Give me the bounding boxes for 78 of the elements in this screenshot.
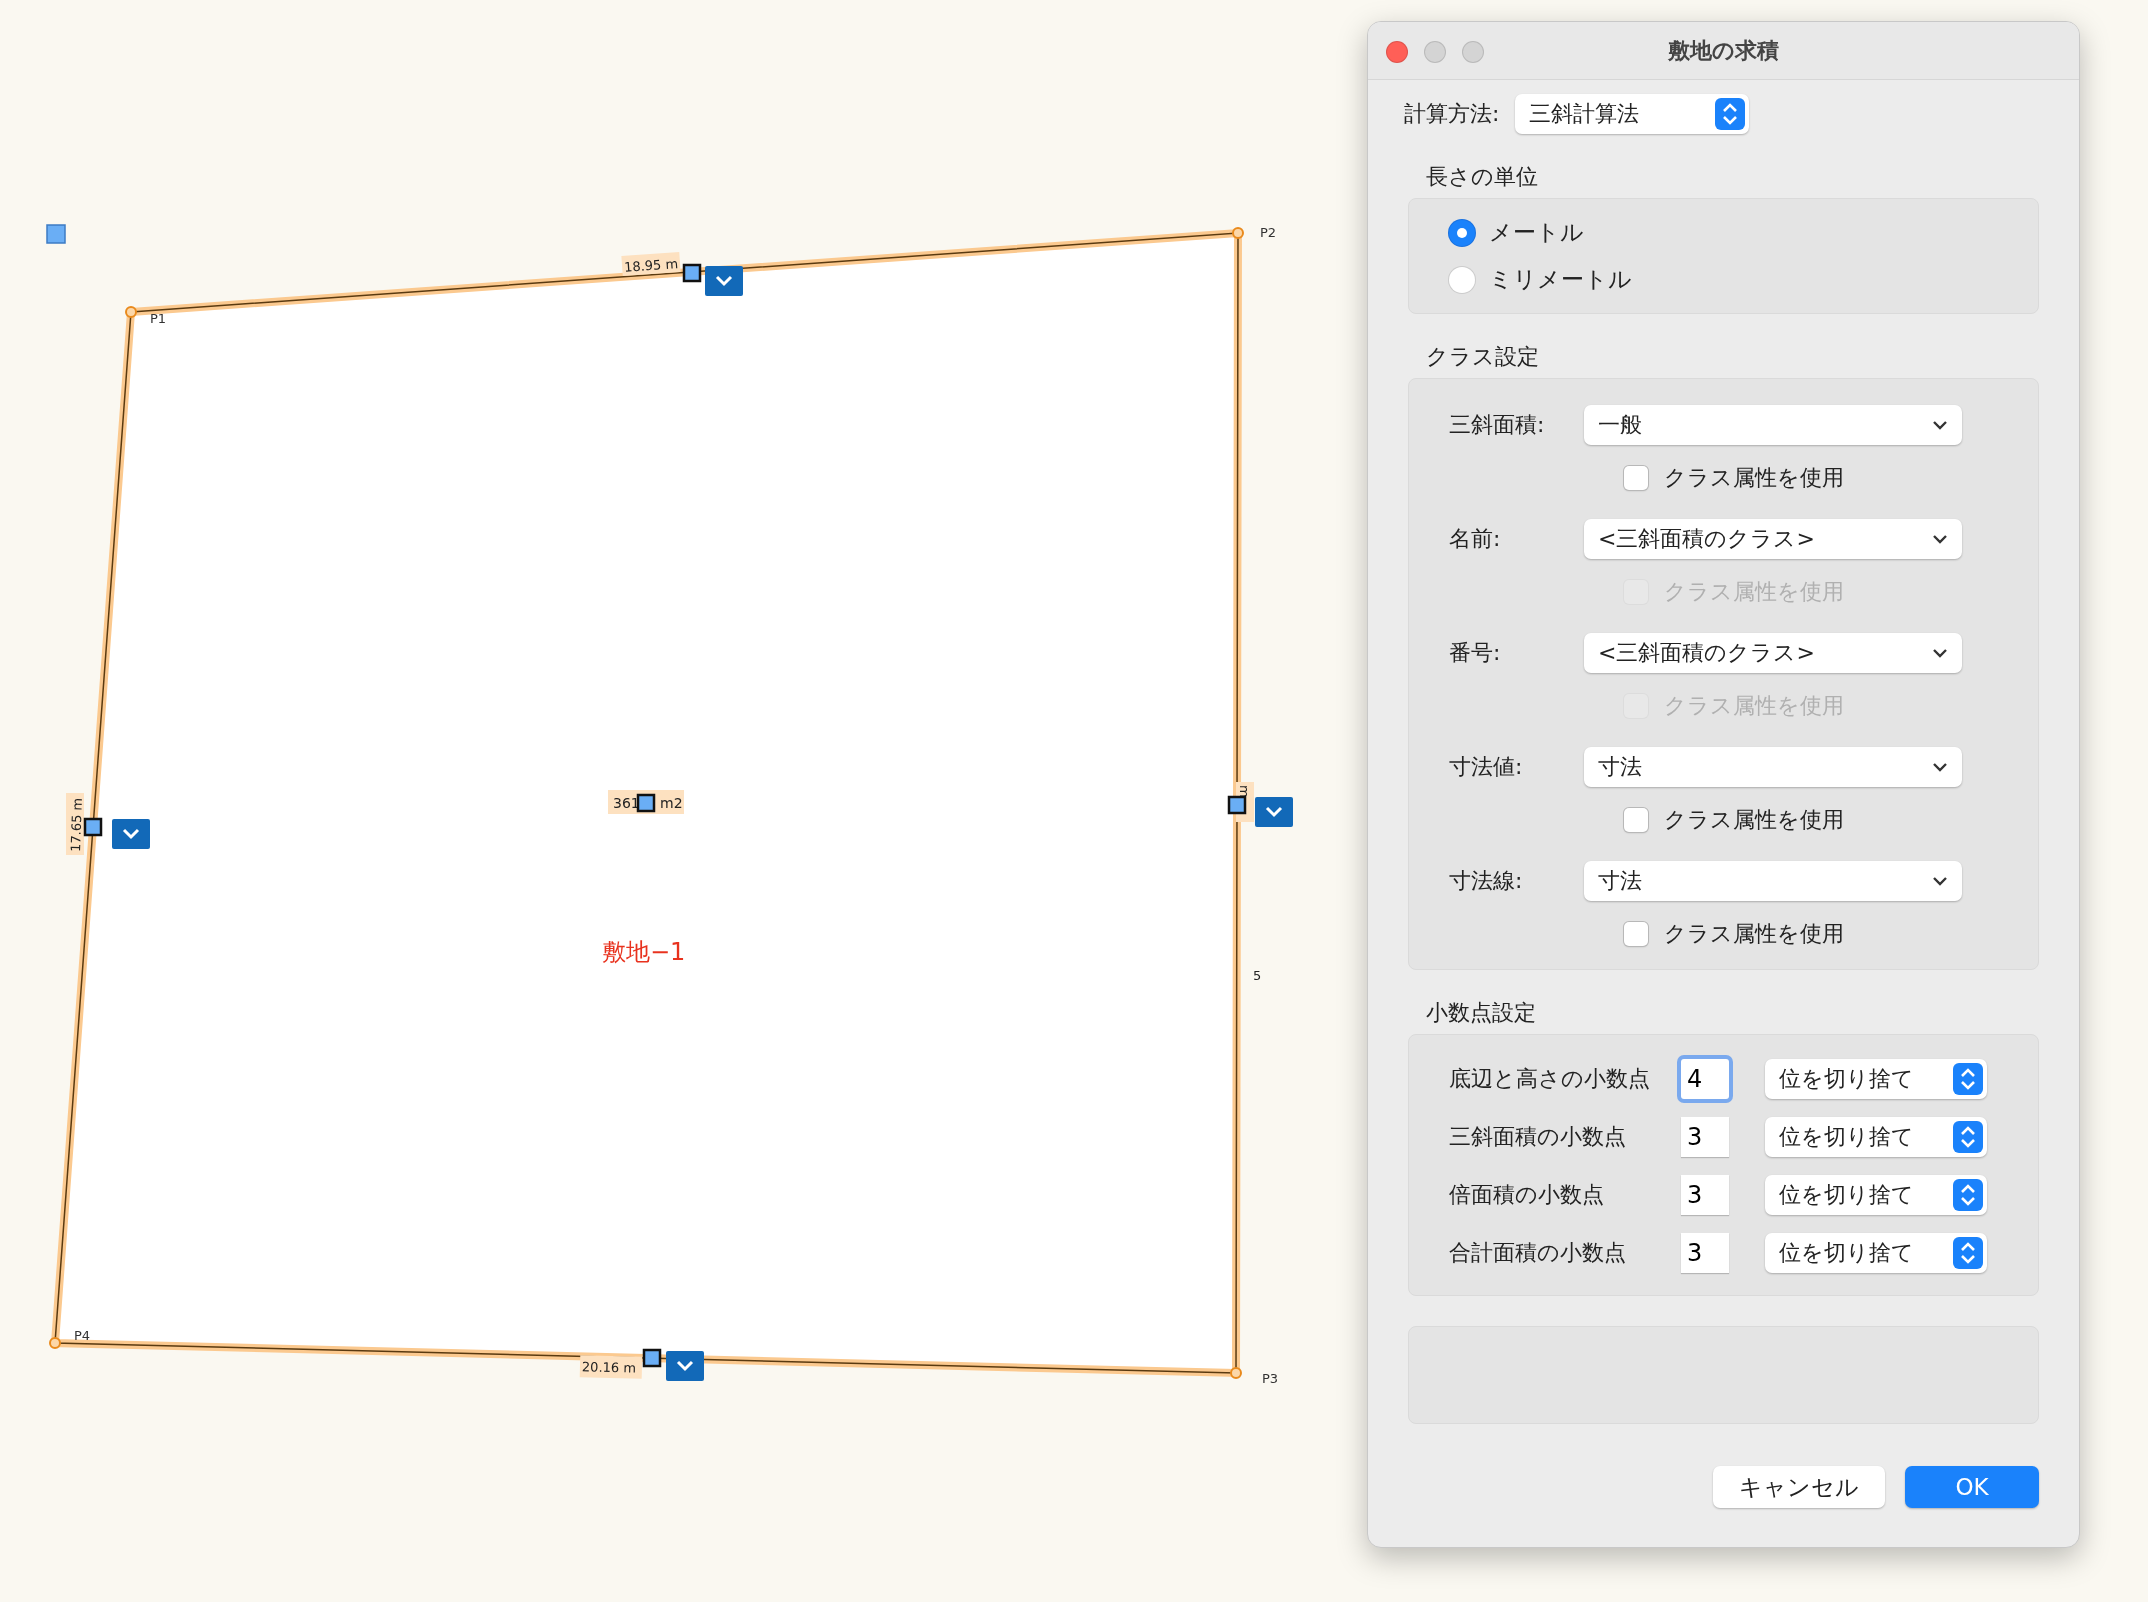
- field-label: 三斜面積:: [1449, 411, 1546, 439]
- field-label: 合計面積の小数点: [1449, 1239, 1627, 1267]
- dropdown-button[interactable]: [705, 266, 743, 296]
- dropdown-button[interactable]: [1255, 797, 1293, 827]
- handle[interactable]: [83, 817, 103, 837]
- vertex-marker[interactable]: [49, 1337, 61, 1349]
- area-unit: m2: [660, 795, 683, 811]
- stepper-icon: [1953, 1179, 1983, 1211]
- side-note: 5: [1253, 968, 1262, 983]
- section-title: 小数点設定: [1426, 999, 1537, 1027]
- rounding-popup[interactable]: 位を切り捨て: [1765, 1233, 1987, 1273]
- cancel-button[interactable]: キャンセル: [1713, 1466, 1885, 1508]
- dimension-label: 17.65 m: [66, 793, 85, 855]
- checkbox[interactable]: [1624, 808, 1648, 832]
- vertex-marker[interactable]: [125, 306, 137, 318]
- radio-button[interactable]: [1449, 219, 1475, 246]
- section-title: クラス設定: [1426, 343, 1540, 371]
- ok-button[interactable]: OK: [1905, 1466, 2039, 1508]
- chevron-down-icon: [1932, 762, 1948, 772]
- class-select[interactable]: <三斜面積のクラス>: [1584, 519, 1962, 559]
- rounding-popup[interactable]: 位を切り捨て: [1765, 1117, 1987, 1157]
- digits-field[interactable]: 3: [1681, 1117, 1729, 1157]
- dropdown-button[interactable]: [112, 819, 150, 849]
- chevron-down-icon: [1932, 534, 1948, 544]
- radio-label: ミリメートル: [1489, 265, 1632, 294]
- field-label: 名前:: [1449, 525, 1502, 553]
- minimize-button[interactable]: [1424, 41, 1446, 63]
- chevron-down-icon: [1932, 876, 1948, 886]
- handle[interactable]: [682, 263, 702, 283]
- point-label: P1: [150, 311, 167, 326]
- class-checkbox[interactable]: クラス属性を使用: [1584, 919, 1962, 949]
- site-label: 敷地−1: [602, 938, 686, 966]
- close-button[interactable]: [1386, 41, 1408, 63]
- window-title: 敷地の求積: [1668, 36, 1779, 65]
- handle[interactable]: [1227, 795, 1247, 815]
- zoom-button[interactable]: [1462, 41, 1484, 63]
- stepper-icon: [1715, 98, 1746, 130]
- stepper-icon: [1953, 1121, 1983, 1153]
- rounding-popup[interactable]: 位を切り捨て: [1765, 1175, 1987, 1215]
- class-select[interactable]: <三斜面積のクラス>: [1584, 633, 1962, 673]
- dimension-label: 18.95 m: [621, 251, 681, 276]
- class-checkbox[interactable]: クラス属性を使用: [1584, 463, 1962, 493]
- field-label: 底辺と高さの小数点: [1449, 1065, 1651, 1093]
- point-label: P3: [1262, 1371, 1279, 1386]
- radio-label: メートル: [1489, 218, 1584, 247]
- stepper-icon: [1953, 1237, 1983, 1269]
- chevron-down-icon: [1932, 648, 1948, 658]
- class-select[interactable]: 一般: [1584, 405, 1962, 445]
- handle[interactable]: [642, 1348, 662, 1368]
- section-title: 長さの単位: [1426, 163, 1539, 191]
- dimension-label: 20.16 m: [579, 1355, 643, 1379]
- radio-button[interactable]: [1449, 266, 1475, 293]
- field-label: 寸法値:: [1449, 753, 1524, 781]
- stepper-icon: [1953, 1063, 1983, 1095]
- field-label: 倍面積の小数点: [1449, 1181, 1605, 1209]
- dropdown-button[interactable]: [666, 1351, 704, 1381]
- point-label: P2: [1260, 225, 1277, 240]
- field-label: 番号:: [1449, 639, 1502, 667]
- digits-field[interactable]: 3: [1681, 1175, 1729, 1215]
- vertex-marker[interactable]: [1230, 1367, 1242, 1379]
- digits-field[interactable]: 3: [1681, 1233, 1729, 1273]
- handle[interactable]: [636, 793, 656, 813]
- digits-field[interactable]: 4: [1681, 1059, 1729, 1099]
- vertex-marker[interactable]: [1232, 227, 1244, 239]
- field-label: 三斜面積の小数点: [1449, 1123, 1627, 1151]
- method-popup[interactable]: 三斜計算法: [1515, 94, 1750, 134]
- method-label: 計算方法:: [1404, 100, 1500, 128]
- checkbox[interactable]: [1624, 466, 1648, 490]
- chevron-down-icon: [1932, 420, 1948, 430]
- class-select[interactable]: 寸法: [1584, 747, 1962, 787]
- field-label: 寸法線:: [1449, 867, 1524, 895]
- point-label: P4: [74, 1328, 91, 1343]
- area-value: 361: [613, 795, 640, 811]
- checkbox[interactable]: [1624, 922, 1648, 946]
- class-select[interactable]: 寸法: [1584, 861, 1962, 901]
- handle[interactable]: [46, 224, 66, 244]
- rounding-popup[interactable]: 位を切り捨て: [1765, 1059, 1987, 1099]
- class-checkbox[interactable]: クラス属性を使用: [1584, 805, 1962, 835]
